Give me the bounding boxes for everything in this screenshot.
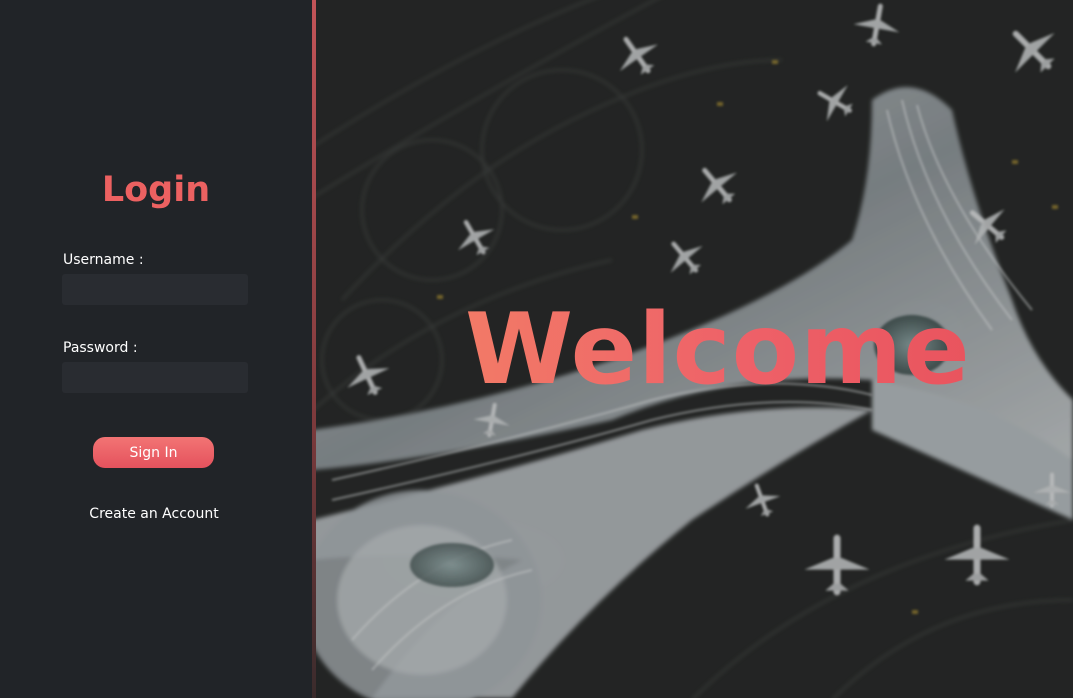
login-panel: Login Username : Password : Sign In Crea… (0, 0, 312, 698)
hero-panel: Welcome (312, 0, 1073, 698)
password-label: Password : (63, 340, 138, 356)
login-screen: Login Username : Password : Sign In Crea… (0, 0, 1073, 698)
sign-in-button[interactable]: Sign In (93, 437, 214, 468)
create-account-link[interactable]: Create an Account (0, 505, 308, 523)
password-input[interactable] (62, 362, 248, 393)
hero-divider (312, 0, 316, 698)
login-title: Login (101, 170, 211, 210)
username-input[interactable] (62, 274, 248, 305)
welcome-heading: Welcome (465, 290, 971, 410)
username-label: Username : (63, 252, 144, 268)
